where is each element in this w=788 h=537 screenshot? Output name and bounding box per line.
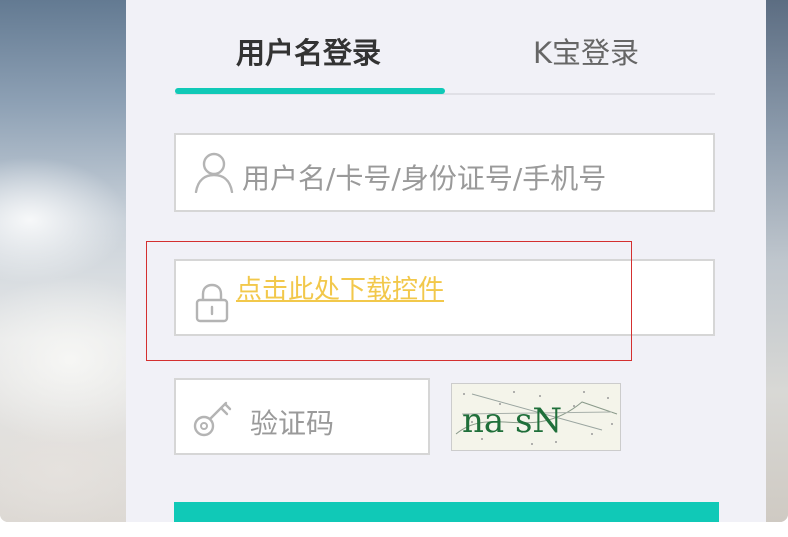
key-icon [193,401,232,437]
tab-kbao-login[interactable]: K宝登录 [533,30,639,72]
captcha-image[interactable]: na sN [451,383,621,451]
captcha-graphic: na sN [452,384,620,450]
username-input[interactable]: 用户名/卡号/身份证号/手机号 [174,133,715,212]
highlight-box [146,241,632,361]
user-icon [194,152,234,193]
sky-left [0,0,128,522]
captcha-text: na sN [462,401,562,441]
login-button[interactable] [174,502,719,522]
tab-username-login[interactable]: 用户名登录 [236,30,381,72]
captcha-input[interactable]: 验证码 [174,378,430,455]
username-placeholder: 用户名/卡号/身份证号/手机号 [242,162,607,195]
sky-right [766,0,788,522]
captcha-placeholder: 验证码 [250,407,335,440]
tab-active-indicator [175,88,445,94]
